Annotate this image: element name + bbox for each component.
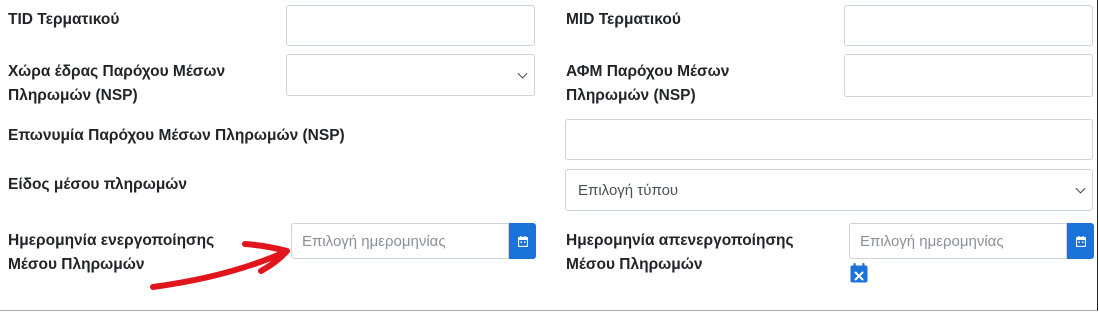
nsp-country-select[interactable] [286,54,535,96]
deactivation-date-group [849,223,1094,259]
chevron-down-icon [517,68,528,79]
chevron-down-icon [1075,183,1086,194]
deactivation-date-input[interactable] [849,223,1067,259]
activation-date-input[interactable] [291,223,509,259]
nsp-afm-label-line1: ΑΦΜ Παρόχου Μέσων [566,63,730,80]
activation-calendar-button[interactable] [509,223,536,259]
deactivation-date-label-line2: Μέσου Πληρωμών [566,256,703,273]
nsp-name-input[interactable] [565,119,1093,160]
payment-type-label: Είδος μέσου πληρωμών [8,176,188,193]
nsp-afm-label-line2: Πληρωμών (NSP) [566,87,696,104]
payment-type-selected: Επιλογή τύπου [578,181,679,199]
mid-input[interactable] [844,5,1093,46]
nsp-afm-input[interactable] [844,54,1093,97]
tid-label: TID Τερματικού [8,11,120,28]
deactivation-calendar-button[interactable] [1067,223,1094,259]
nsp-country-label: Χώρα έδρας Παρόχου Μέσων Πληρωμών (NSP) [8,60,225,108]
payment-type-select[interactable]: Επιλογή τύπου [565,169,1093,211]
nsp-afm-label: ΑΦΜ Παρόχου Μέσων Πληρωμών (NSP) [566,60,729,108]
nsp-country-label-line1: Χώρα έδρας Παρόχου Μέσων [8,63,226,80]
deactivation-date-label-line1: Ημερομηνία απενεργοποίησης [566,232,794,249]
tid-input[interactable] [286,5,535,46]
mid-label: MID Τερματικού [566,11,681,28]
activation-date-group [291,223,536,259]
calendar-clear-icon[interactable] [850,263,868,283]
red-arrow-annotation [150,241,290,290]
nsp-country-label-line2: Πληρωμών (NSP) [8,87,138,104]
calendar-icon [1075,235,1086,247]
nsp-name-label: Επωνυμία Παρόχου Μέσων Πληρωμών (NSP) [8,127,345,144]
deactivation-date-label: Ημερομηνία απενεργοποίησης Μέσου Πληρωμώ… [566,229,794,277]
calendar-icon [517,235,528,247]
